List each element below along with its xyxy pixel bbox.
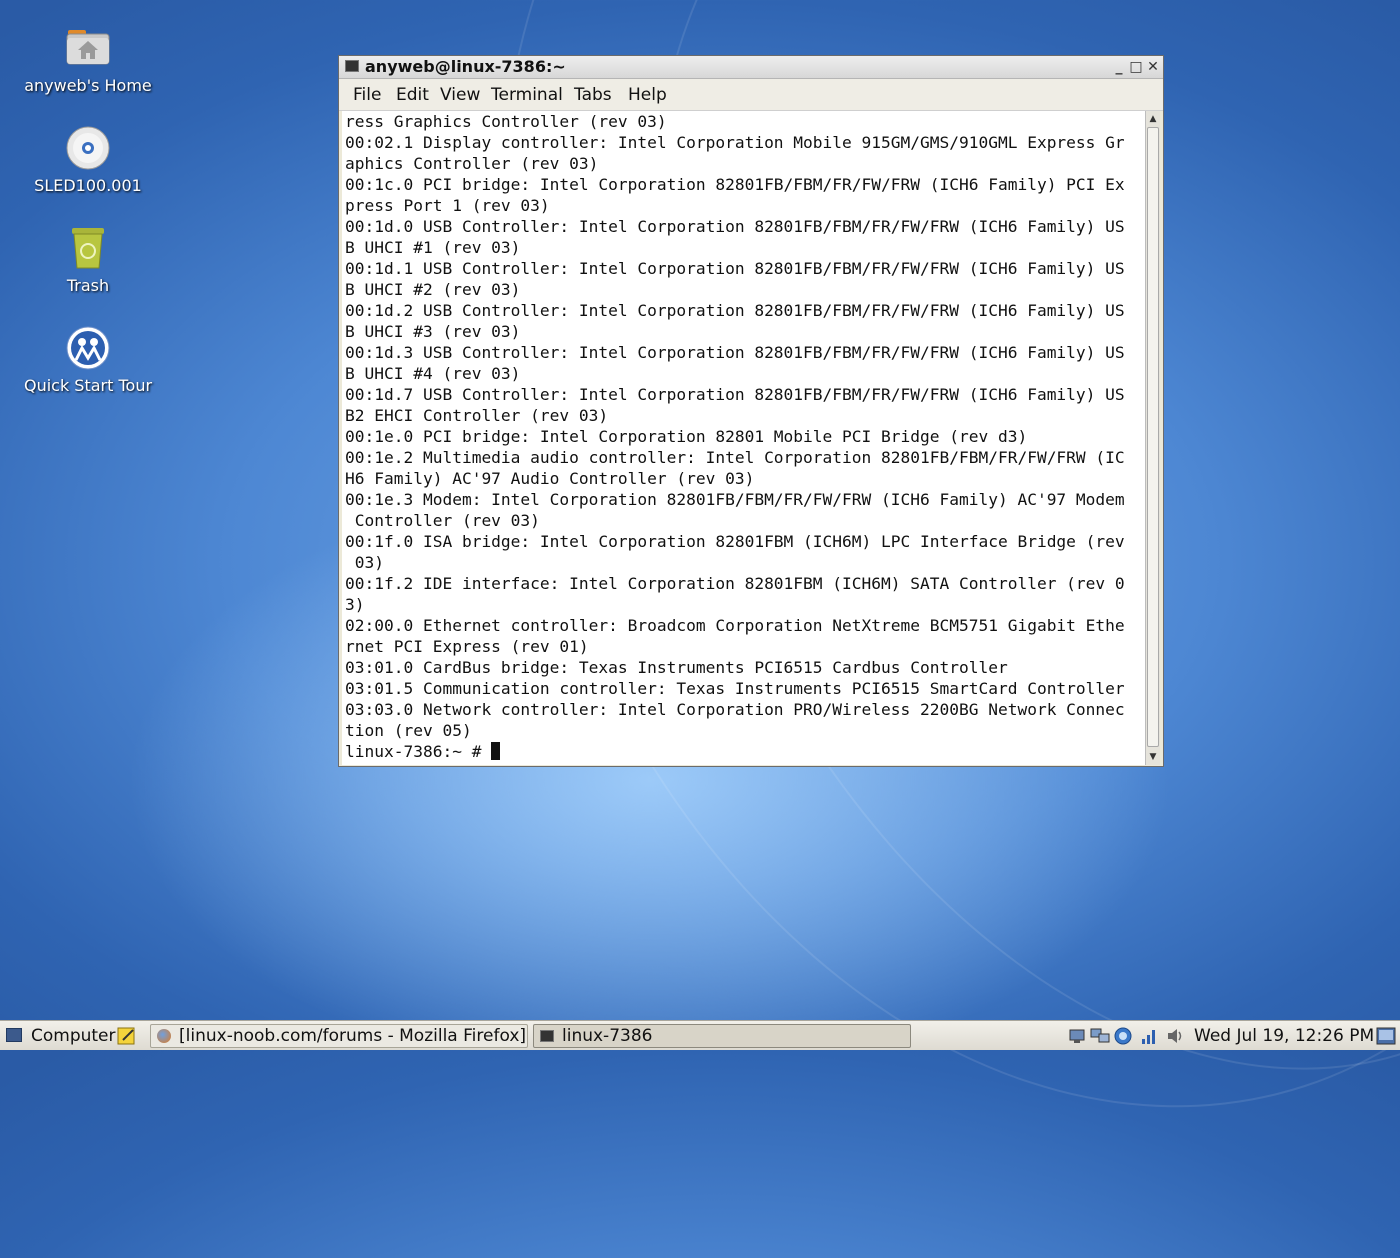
terminal-line: 00:1d.1 USB Controller: Intel Corporatio… bbox=[345, 259, 1125, 278]
network-monitor-icon[interactable] bbox=[1068, 1027, 1086, 1045]
terminal-line: 3) bbox=[345, 595, 365, 614]
computer-menu-button[interactable]: Computer bbox=[31, 1026, 116, 1046]
vertical-scrollbar[interactable]: ▲ ▼ bbox=[1145, 111, 1160, 765]
terminal-output: ress Graphics Controller (rev 03) 00:02.… bbox=[342, 111, 1145, 762]
desktop-icon-label: Quick Start Tour bbox=[23, 376, 153, 395]
notes-launcher-icon[interactable] bbox=[117, 1026, 137, 1046]
menu-bar: File Edit View Terminal Tabs Help bbox=[339, 79, 1163, 111]
terminal-line: B2 EHCI Controller (rev 03) bbox=[345, 406, 609, 425]
terminal-line: 00:1d.3 USB Controller: Intel Corporatio… bbox=[345, 343, 1125, 362]
text-cursor bbox=[491, 742, 501, 760]
clock[interactable]: Wed Jul 19, 12:26 PM bbox=[1194, 1026, 1374, 1046]
terminal-window[interactable]: anyweb@linux-7386:~ _ □ ✕ File Edit View… bbox=[338, 55, 1164, 767]
terminal-line: B UHCI #4 (rev 03) bbox=[345, 364, 521, 383]
terminal-line: B UHCI #1 (rev 03) bbox=[345, 238, 521, 257]
computer-menu-icon bbox=[6, 1028, 22, 1042]
close-icon[interactable]: ✕ bbox=[1145, 59, 1161, 75]
wireless-signal-icon[interactable] bbox=[1140, 1027, 1158, 1045]
terminal-line: 00:1e.2 Multimedia audio controller: Int… bbox=[345, 448, 1125, 467]
quick-start-tour-icon bbox=[64, 324, 112, 372]
window-title: anyweb@linux-7386:~ bbox=[365, 57, 566, 76]
terminal-line: rnet PCI Express (rev 01) bbox=[345, 637, 589, 656]
terminal-line: 00:1e.0 PCI bridge: Intel Corporation 82… bbox=[345, 427, 1028, 446]
minimize-icon[interactable]: _ bbox=[1111, 59, 1127, 75]
terminal-line: tion (rev 05) bbox=[345, 721, 472, 740]
terminal-line: 00:02.1 Display controller: Intel Corpor… bbox=[345, 133, 1125, 152]
maximize-icon[interactable]: □ bbox=[1128, 59, 1144, 75]
terminal-line: 02:00.0 Ethernet controller: Broadcom Co… bbox=[345, 616, 1125, 635]
terminal-line: 03:01.5 Communication controller: Texas … bbox=[345, 679, 1125, 698]
show-desktop-icon[interactable] bbox=[1376, 1026, 1396, 1046]
terminal-line: 03:01.0 CardBus bridge: Texas Instrument… bbox=[345, 658, 1008, 677]
trash-icon bbox=[64, 224, 112, 272]
terminal-line: 00:1e.3 Modem: Intel Corporation 82801FB… bbox=[345, 490, 1125, 509]
desktop-icon-quick-start[interactable]: Quick Start Tour bbox=[18, 324, 158, 395]
terminal-line: ress Graphics Controller (rev 03) bbox=[345, 112, 667, 131]
scrollbar-thumb[interactable] bbox=[1147, 127, 1159, 747]
scroll-up-icon[interactable]: ▲ bbox=[1146, 112, 1160, 126]
cd-disc-icon bbox=[64, 124, 112, 172]
taskbar-firefox[interactable]: [linux-noob.com/forums - Mozilla Firefox… bbox=[150, 1024, 528, 1048]
terminal-line: 00:1d.0 USB Controller: Intel Corporatio… bbox=[345, 217, 1125, 236]
terminal-line: B UHCI #3 (rev 03) bbox=[345, 322, 521, 341]
terminal-line: 00:1f.2 IDE interface: Intel Corporation… bbox=[345, 574, 1125, 593]
terminal-line: 03) bbox=[354, 553, 384, 572]
terminal-line: press Port 1 (rev 03) bbox=[345, 196, 550, 215]
desktop-icon-label: anyweb's Home bbox=[24, 76, 152, 95]
firefox-icon bbox=[157, 1029, 171, 1043]
menu-edit[interactable]: Edit bbox=[396, 85, 429, 105]
terminal-line: 00:1c.0 PCI bridge: Intel Corporation 82… bbox=[345, 175, 1125, 194]
menu-terminal[interactable]: Terminal bbox=[491, 85, 563, 105]
menu-view[interactable]: View bbox=[440, 85, 480, 105]
desktop-icon-cd[interactable]: SLED100.001 bbox=[18, 124, 158, 195]
shell-prompt: linux-7386:~ # bbox=[345, 742, 492, 761]
desktop-icon-label: SLED100.001 bbox=[34, 176, 142, 195]
terminal-output-area[interactable]: ress Graphics Controller (rev 03) 00:02.… bbox=[342, 111, 1145, 765]
terminal-line: 00:1d.7 USB Controller: Intel Corporatio… bbox=[345, 385, 1125, 404]
terminal-line: B UHCI #2 (rev 03) bbox=[345, 280, 521, 299]
terminal-app-icon bbox=[345, 60, 359, 72]
terminal-line: 03:03.0 Network controller: Intel Corpor… bbox=[345, 700, 1125, 719]
menu-help[interactable]: Help bbox=[628, 85, 667, 105]
terminal-line: H6 Family) AC'97 Audio Controller (rev 0… bbox=[345, 469, 755, 488]
desktop-icon-trash[interactable]: Trash bbox=[18, 224, 158, 295]
taskbar-terminal[interactable]: linux-7386 bbox=[533, 1024, 911, 1048]
terminal-line: Controller (rev 03) bbox=[354, 511, 540, 530]
terminal-line: aphics Controller (rev 03) bbox=[345, 154, 599, 173]
window-titlebar[interactable]: anyweb@linux-7386:~ _ □ ✕ bbox=[339, 56, 1163, 79]
home-folder-icon bbox=[64, 24, 112, 72]
volume-icon[interactable] bbox=[1166, 1027, 1184, 1045]
task-label: linux-7386 bbox=[562, 1026, 653, 1046]
terminal-line: 00:1f.0 ISA bridge: Intel Corporation 82… bbox=[345, 532, 1125, 551]
bottom-panel: Computer [linux-noob.com/forums - Mozill… bbox=[0, 1020, 1400, 1050]
terminal-icon bbox=[540, 1030, 554, 1042]
connections-icon[interactable] bbox=[1090, 1027, 1110, 1045]
menu-tabs[interactable]: Tabs bbox=[574, 85, 612, 105]
desktop-icon-label: Trash bbox=[66, 276, 110, 295]
desktop-icon-home[interactable]: anyweb's Home bbox=[18, 24, 158, 95]
menu-file[interactable]: File bbox=[353, 85, 381, 105]
task-label: [linux-noob.com/forums - Mozilla Firefox… bbox=[179, 1026, 527, 1046]
scroll-down-icon[interactable]: ▼ bbox=[1146, 750, 1160, 764]
terminal-line: 00:1d.2 USB Controller: Intel Corporatio… bbox=[345, 301, 1125, 320]
update-globe-icon[interactable] bbox=[1114, 1027, 1132, 1045]
